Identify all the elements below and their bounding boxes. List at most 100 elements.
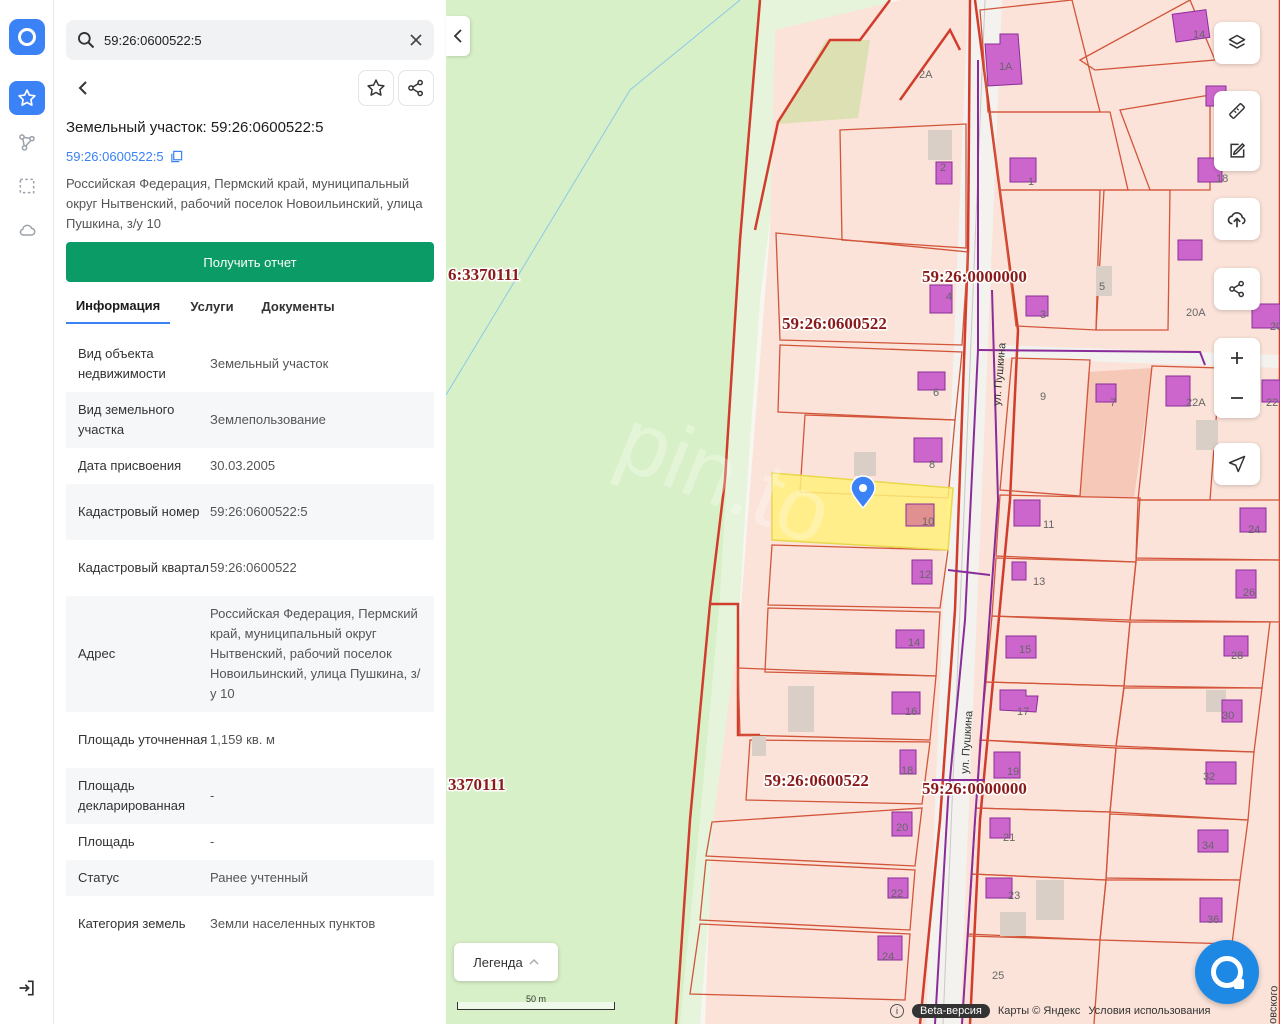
copy-icon[interactable] <box>170 150 183 163</box>
parcel-number: 23 <box>1008 890 1020 902</box>
search-input[interactable] <box>104 28 394 52</box>
app-logo[interactable] <box>9 19 45 55</box>
upload-button[interactable] <box>1214 198 1260 240</box>
cadastral-number-link[interactable]: 59:26:0600522:5 <box>66 149 183 164</box>
info-value: Ранее учтенный <box>210 870 308 885</box>
quarter-label: 59:26:0000000 <box>922 779 1027 798</box>
tools-group <box>1214 91 1260 171</box>
get-report-button[interactable]: Получить отчет <box>66 242 434 282</box>
info-key: Площадь декларированная <box>78 778 186 813</box>
cadastral-map[interactable]: 2А 1А 14 2 1 18 4 3 5 20А 20 6 9 7 22А 2… <box>446 0 1280 1024</box>
parcel-number: 22А <box>1186 397 1206 409</box>
routes-rail-button[interactable] <box>9 125 45 159</box>
street-label: овского <box>1267 985 1280 1024</box>
info-icon[interactable]: i <box>890 1004 904 1018</box>
info-panel: Земельный участок: 59:26:0600522:5 59:26… <box>54 0 446 1024</box>
scale-bar <box>457 1002 615 1010</box>
tab-services[interactable]: Услуги <box>184 288 240 324</box>
map-scale: 50 m <box>457 994 615 1012</box>
share-button[interactable] <box>398 70 434 106</box>
minus-icon <box>1231 397 1243 399</box>
parcel-number: 22 <box>1266 397 1278 409</box>
cloud-upload-icon <box>1227 212 1246 228</box>
parcel-number: 1 <box>1028 176 1034 188</box>
my-location-button[interactable] <box>1214 443 1260 485</box>
yandex-maps-link[interactable]: Карты © Яндекс <box>998 1005 1081 1017</box>
info-key: Адрес <box>78 646 116 661</box>
parcel-number: 13 <box>1033 576 1045 588</box>
cadastral-number-text[interactable]: 59:26:0600522:5 <box>66 149 164 164</box>
tab-information[interactable]: Информация <box>66 288 170 324</box>
quarter-label: 59:26:0000000 <box>922 267 1027 286</box>
map-share-button[interactable] <box>1214 268 1260 310</box>
parcel-number: 22 <box>891 888 903 900</box>
parcel-number: 17 <box>1017 706 1029 718</box>
collapse-panel-button[interactable] <box>446 16 470 56</box>
info-value: Земли населенных пунктов <box>210 916 376 931</box>
tab-documents[interactable]: Документы <box>258 288 338 324</box>
info-row: Статус Ранее учтенный <box>66 860 434 896</box>
clear-search-button[interactable] <box>406 30 426 50</box>
info-row: Адрес Российская Федерация, Пермский край… <box>66 596 434 712</box>
parcel-number: 1А <box>999 61 1013 73</box>
info-key: Категория земель <box>78 916 186 931</box>
object-address: Российская Федерация, Пермский край, мун… <box>66 176 423 231</box>
info-value: Земельный участок <box>210 356 329 371</box>
favorite-button[interactable] <box>358 70 394 106</box>
select-area-rail-button[interactable] <box>9 169 45 203</box>
parcel-number: 12 <box>919 569 931 581</box>
logout-button[interactable] <box>17 978 37 998</box>
info-value: - <box>210 834 215 849</box>
parcel-number: 3 <box>1040 309 1046 321</box>
parcel-number: 2 <box>940 162 946 174</box>
zoom-out-button[interactable] <box>1214 378 1260 418</box>
info-table: Вид объекта недвижимости Земельный участо… <box>66 336 434 952</box>
ruler-icon <box>1229 103 1245 119</box>
legend-button[interactable]: Легенда <box>454 943 558 981</box>
info-row: Вид земельного участка Землепользование <box>66 392 434 448</box>
info-row: Кадастровый квартал 59:26:0600522 <box>66 540 434 596</box>
terms-link[interactable]: Условия использования <box>1088 1005 1210 1017</box>
chevron-left-icon <box>78 81 87 95</box>
legend-label: Легенда <box>473 954 523 970</box>
ruler-button[interactable] <box>1214 91 1260 131</box>
zoom-in-button[interactable] <box>1214 338 1260 378</box>
info-value: - <box>210 788 215 803</box>
share-icon <box>408 79 423 97</box>
star-icon <box>18 89 36 106</box>
info-value: 30.03.2005 <box>210 458 276 473</box>
share-icon <box>1229 280 1244 298</box>
tabs: Информация Услуги Документы <box>66 288 434 324</box>
draw-button[interactable] <box>1214 131 1260 171</box>
map-canvas[interactable]: 2А 1А 14 2 1 18 4 3 5 20А 20 6 9 7 22А 2… <box>446 0 1280 1024</box>
parcel-number: 2А <box>919 69 933 81</box>
info-key: Статус <box>78 870 120 885</box>
search-icon <box>78 32 95 49</box>
info-row: Вид объекта недвижимости Земельный участо… <box>66 336 434 392</box>
parcel-number: 20А <box>1186 307 1206 319</box>
parcel-number: 18 <box>1216 173 1228 185</box>
parcel-number: 6 <box>933 387 939 399</box>
parcel-number: 24 <box>1248 524 1260 536</box>
chat-button[interactable] <box>1195 940 1259 1004</box>
cloud-rail-button[interactable] <box>9 213 45 247</box>
parcel-number: 28 <box>1231 650 1243 662</box>
parcel-number: 10 <box>922 516 934 528</box>
layers-button[interactable] <box>1214 22 1260 64</box>
favorites-rail-button[interactable] <box>9 81 45 115</box>
info-row: Кадастровый номер 59:26:0600522:5 <box>66 484 434 540</box>
quarter-label: 59:26:0600522 <box>764 771 869 790</box>
plus-icon <box>1231 352 1243 364</box>
info-row: Площадь - <box>66 824 434 860</box>
star-icon <box>367 79 385 96</box>
parcel-number: 7 <box>1110 397 1116 409</box>
login-icon <box>19 980 34 996</box>
back-button[interactable] <box>66 70 102 106</box>
info-value: 59:26:0600522 <box>210 560 297 575</box>
info-row: Категория земель Земли населенных пунктов <box>66 896 434 952</box>
chat-icon <box>1211 956 1244 989</box>
quarter-label: 3370111 <box>448 775 506 794</box>
parcel-number: 20 <box>1270 321 1280 333</box>
quarter-label: 6:3370111 <box>448 265 520 284</box>
chevron-left-icon <box>453 29 462 43</box>
